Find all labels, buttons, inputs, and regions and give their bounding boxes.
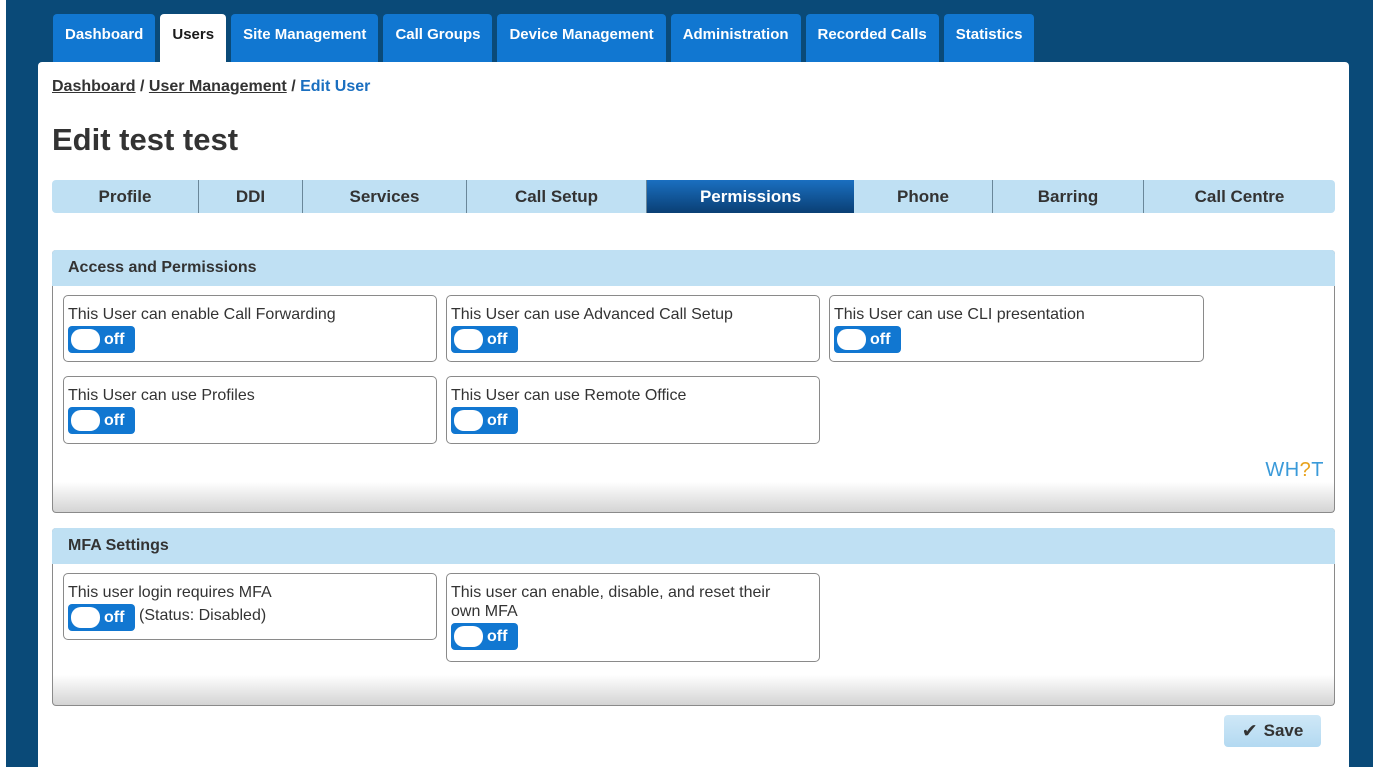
- breadcrumb-separator: /: [140, 78, 149, 95]
- mfa-settings-section: MFA Settings This user login requires MF…: [52, 528, 1335, 706]
- subtab-permissions[interactable]: Permissions: [647, 180, 854, 213]
- breadcrumb-separator: /: [291, 78, 301, 95]
- toggle-state: off: [487, 331, 508, 348]
- toggle-knob: [71, 607, 100, 628]
- nav-tab-call-groups[interactable]: Call Groups: [383, 14, 493, 62]
- access-permissions-section: Access and Permissions This User can ena…: [52, 250, 1335, 513]
- content-panel: Dashboard / User Management / Edit User …: [38, 62, 1349, 767]
- logo-text-a: WH: [1265, 459, 1300, 481]
- call-forwarding-toggle[interactable]: off: [68, 326, 135, 353]
- logo-question-mark: ?: [1299, 459, 1312, 481]
- main-nav: Dashboard Users Site Management Call Gro…: [53, 14, 1035, 62]
- permission-label: This user can enable, disable, and reset…: [451, 584, 771, 620]
- nav-tab-dashboard[interactable]: Dashboard: [53, 14, 156, 62]
- permission-card-profiles: This User can use Profiles off: [63, 376, 437, 444]
- toggle-state: off: [870, 331, 891, 348]
- toggle-knob: [454, 410, 483, 431]
- mfa-required-toggle[interactable]: off: [68, 604, 135, 631]
- subtab-barring[interactable]: Barring: [993, 180, 1144, 213]
- logo-text-b: T: [1311, 459, 1324, 481]
- left-edge: [0, 0, 6, 767]
- breadcrumb-dashboard-link[interactable]: Dashboard: [52, 78, 136, 95]
- toggle-knob: [71, 329, 100, 350]
- toggle-knob: [71, 410, 100, 431]
- save-button[interactable]: ✔ Save: [1224, 715, 1321, 747]
- checkmark-icon: ✔: [1241, 720, 1258, 742]
- subtab-profile[interactable]: Profile: [52, 180, 199, 213]
- nav-tab-administration[interactable]: Administration: [670, 14, 801, 62]
- toggle-knob: [837, 329, 866, 350]
- toggle-state: off: [104, 412, 125, 429]
- page-title: Edit test test: [52, 122, 239, 157]
- cli-presentation-toggle[interactable]: off: [834, 326, 901, 353]
- toggle-knob: [454, 626, 483, 647]
- toggle-state: off: [104, 609, 125, 626]
- user-subtabs: Profile DDI Services Call Setup Permissi…: [52, 180, 1335, 213]
- subtab-services[interactable]: Services: [303, 180, 467, 213]
- access-permissions-header: Access and Permissions: [52, 250, 1335, 286]
- nav-tab-device-management[interactable]: Device Management: [497, 14, 666, 62]
- save-label: Save: [1263, 721, 1304, 740]
- permission-label: This User can enable Call Forwarding: [68, 306, 336, 323]
- subtab-call-setup[interactable]: Call Setup: [467, 180, 647, 213]
- subtab-call-centre[interactable]: Call Centre: [1144, 180, 1335, 213]
- permission-card-remote-office: This User can use Remote Office off: [446, 376, 820, 444]
- breadcrumb-user-management-link[interactable]: User Management: [149, 78, 287, 95]
- permission-label: This User can use CLI presentation: [834, 306, 1085, 323]
- advanced-call-setup-toggle[interactable]: off: [451, 326, 518, 353]
- mfa-card-login-requires: This user login requires MFA off (Status…: [63, 573, 437, 640]
- toggle-state: off: [487, 628, 508, 645]
- remote-office-toggle[interactable]: off: [451, 407, 518, 434]
- breadcrumb-current: Edit User: [300, 78, 371, 95]
- profiles-toggle[interactable]: off: [68, 407, 135, 434]
- toggle-state: off: [104, 331, 125, 348]
- subtab-phone[interactable]: Phone: [854, 180, 993, 213]
- permission-label: This User can use Advanced Call Setup: [451, 306, 733, 323]
- permission-label: This user login requires MFA: [68, 584, 272, 601]
- mfa-status-text: (Status: Disabled): [139, 607, 267, 624]
- breadcrumb: Dashboard / User Management / Edit User: [52, 78, 370, 96]
- mfa-self-manage-toggle[interactable]: off: [451, 623, 518, 650]
- nav-tab-site-management[interactable]: Site Management: [231, 14, 379, 62]
- toggle-state: off: [487, 412, 508, 429]
- nav-tab-users[interactable]: Users: [160, 14, 227, 62]
- mfa-settings-header: MFA Settings: [52, 528, 1335, 564]
- permission-card-call-forwarding: This User can enable Call Forwarding off: [63, 295, 437, 362]
- nav-tab-statistics[interactable]: Statistics: [943, 14, 1035, 62]
- permission-label: This User can use Profiles: [68, 387, 255, 404]
- permission-card-advanced-call-setup: This User can use Advanced Call Setup of…: [446, 295, 820, 362]
- nav-tab-recorded-calls[interactable]: Recorded Calls: [805, 14, 939, 62]
- whot-logo: WH?T: [1265, 459, 1324, 482]
- permission-card-cli-presentation: This User can use CLI presentation off: [829, 295, 1204, 362]
- subtab-ddi[interactable]: DDI: [199, 180, 303, 213]
- mfa-card-self-manage: This user can enable, disable, and reset…: [446, 573, 820, 662]
- toggle-knob: [454, 329, 483, 350]
- permission-label: This User can use Remote Office: [451, 387, 687, 404]
